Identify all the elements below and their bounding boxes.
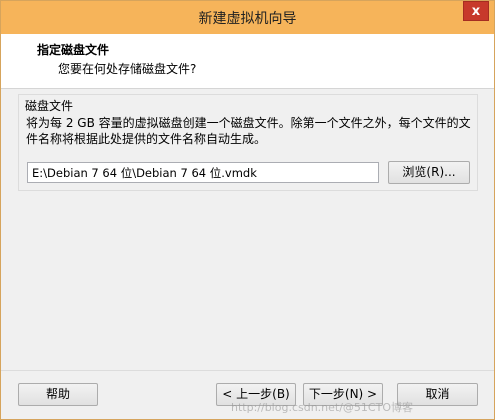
watermark: http://blog.csdn.net/@51CTO博客 xyxy=(231,401,413,414)
disk-file-path-input[interactable] xyxy=(27,162,379,183)
window-title: 新建虚拟机向导 xyxy=(198,11,297,27)
disk-file-description: 将为每 2 GB 容量的虚拟磁盘创建一个磁盘文件。除第一个文件之外，每个文件的文… xyxy=(26,116,471,146)
close-button[interactable]: x xyxy=(463,1,489,21)
footer-separator xyxy=(1,370,494,371)
browse-button[interactable]: 浏览(R)... xyxy=(388,161,470,184)
title-bar[interactable]: 新建虚拟机向导 x xyxy=(1,1,494,34)
page-subtitle: 您要在何处存储磁盘文件? xyxy=(58,62,197,76)
close-icon: x xyxy=(471,4,481,19)
wizard-header: 指定磁盘文件 您要在何处存储磁盘文件? xyxy=(1,34,494,89)
wizard-window: 新建虚拟机向导 x 指定磁盘文件 您要在何处存储磁盘文件? 磁盘文件 将为每 2… xyxy=(0,0,495,420)
page-title: 指定磁盘文件 xyxy=(37,43,110,57)
disk-file-group-label: 磁盘文件 xyxy=(23,97,76,114)
help-button[interactable]: 帮助 xyxy=(18,383,98,406)
